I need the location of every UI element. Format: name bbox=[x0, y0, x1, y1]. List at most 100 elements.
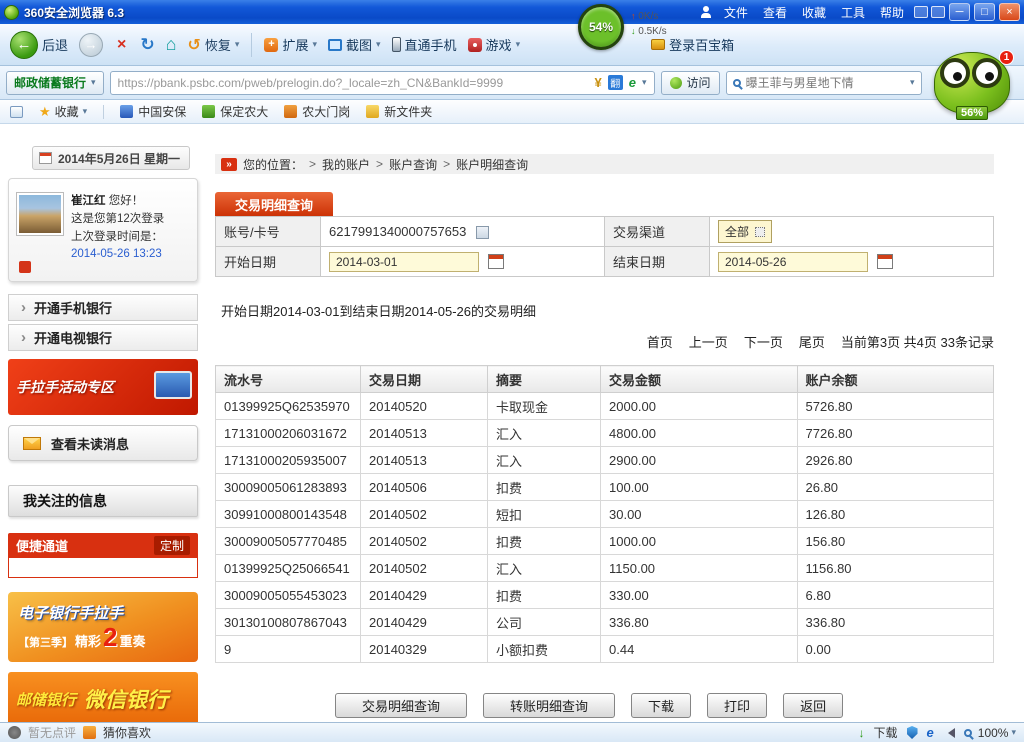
security-shield-icon[interactable] bbox=[907, 726, 918, 739]
no-reviews-label[interactable]: 暂无点评 bbox=[28, 724, 76, 741]
return-button[interactable]: 返回 bbox=[783, 693, 843, 718]
back-button[interactable]: ← 后退 bbox=[6, 29, 72, 61]
last-page-link[interactable]: 尾页 bbox=[799, 332, 825, 351]
direct-phone-button[interactable]: 直通手机 bbox=[388, 33, 461, 56]
search-dropdown-icon[interactable]: ▾ bbox=[910, 77, 915, 88]
print-button[interactable]: 打印 bbox=[707, 693, 767, 718]
end-date-calendar-icon[interactable] bbox=[877, 254, 893, 269]
bookmark-item[interactable]: 中国安保 bbox=[120, 103, 186, 120]
stop-button[interactable]: × bbox=[110, 34, 133, 56]
search-input[interactable]: 曝王菲与男星地下情 ▾ bbox=[726, 71, 922, 95]
minimize-button[interactable]: ─ bbox=[949, 3, 970, 21]
refresh-button[interactable]: ↻ bbox=[136, 33, 158, 57]
chevron-right-icon: › bbox=[21, 300, 26, 315]
browser-engine-icon[interactable]: e bbox=[927, 725, 934, 740]
extensions-button[interactable]: + 扩展 ▾ bbox=[260, 33, 321, 56]
bookmark-item[interactable]: 保定农大 bbox=[202, 103, 268, 120]
titlebar-menu-item[interactable]: 文件 bbox=[717, 2, 755, 23]
search-icon bbox=[733, 79, 741, 87]
favorites-menu-button[interactable]: ★ 收藏 ▾ bbox=[39, 103, 87, 120]
ebank-ad-banner[interactable]: 电子银行手拉手 【第三季】 精彩 2 重奏 bbox=[8, 592, 198, 662]
download-button[interactable]: 下载 bbox=[631, 693, 691, 718]
bookmark-item[interactable]: 农大门岗 bbox=[284, 103, 350, 120]
cell-summary: 小额扣费 bbox=[488, 636, 601, 663]
restore-session-button[interactable]: ↺ 恢复 ▾ bbox=[183, 33, 243, 57]
screenshot-button[interactable]: 截图 ▾ bbox=[324, 33, 385, 56]
next-page-link[interactable]: 下一页 bbox=[744, 332, 783, 351]
favorites-bar: ★ 收藏 ▾ 中国安保 保定农大 农大门岗 新文件夹 bbox=[0, 100, 1024, 124]
action-buttons: 交易明细查询 转账明细查询 下载 打印 返回 bbox=[215, 693, 994, 718]
download-manager-button[interactable]: 下载 bbox=[874, 724, 898, 741]
maximize-button[interactable]: □ bbox=[974, 3, 995, 21]
magnifier-icon bbox=[964, 729, 972, 737]
skin-icon[interactable] bbox=[914, 6, 928, 18]
account-detail-icon[interactable] bbox=[476, 226, 489, 239]
forward-button[interactable]: → bbox=[75, 31, 107, 59]
shopping-assistant-icon[interactable]: ¥ bbox=[595, 75, 602, 90]
end-date-input[interactable]: 2014-05-26 bbox=[718, 252, 868, 272]
table-body: 01399925Q62535970 20140520 卡取现金 2000.00 … bbox=[216, 393, 994, 663]
greeting-text: 您好！ bbox=[109, 195, 144, 207]
close-button[interactable]: × bbox=[999, 3, 1020, 21]
titlebar-menu-item[interactable]: 收藏 bbox=[795, 2, 833, 23]
breadcrumb-account-query[interactable]: 账户查询 bbox=[389, 156, 437, 173]
transfer-detail-query-button[interactable]: 转账明细查询 bbox=[483, 693, 615, 718]
wechat-ad-banner[interactable]: 邮储银行 微信银行 bbox=[8, 672, 198, 722]
unread-messages-button[interactable]: 查看未读消息 bbox=[8, 425, 198, 461]
titlebar-menu-item[interactable]: 帮助 bbox=[873, 2, 911, 23]
upload-arrow-icon: ↑ bbox=[631, 11, 636, 21]
start-date-input[interactable]: 2014-03-01 bbox=[329, 252, 479, 272]
cell-summary: 扣费 bbox=[488, 474, 601, 501]
followed-info-header[interactable]: 我关注的信息 bbox=[8, 485, 198, 517]
translate-icon[interactable]: 翻 bbox=[608, 75, 623, 90]
phone-icon bbox=[392, 37, 401, 52]
browser-mascot[interactable]: 56% 1 bbox=[928, 50, 1016, 120]
network-speeds: ↑ 0K/s ↓ 0.5K/s bbox=[631, 9, 667, 39]
site-review-icon[interactable] bbox=[8, 726, 21, 739]
site-identity-button[interactable]: 邮政储蓄银行 ▾ bbox=[6, 71, 104, 95]
activity-banner[interactable]: 手拉手活动专区 bbox=[8, 359, 198, 415]
channel-select[interactable]: 全部 bbox=[718, 220, 772, 243]
address-bar: 邮政储蓄银行 ▾ https://pbank.psbc.com/pweb/pre… bbox=[0, 66, 1024, 100]
titlebar-menu-item[interactable]: 工具 bbox=[834, 2, 872, 23]
sidebar-item-mobile-banking[interactable]: › 开通手机银行 bbox=[8, 294, 198, 321]
sidebar-panel-icon[interactable] bbox=[10, 106, 23, 118]
cell-amount: 1000.00 bbox=[601, 528, 798, 555]
home-button[interactable]: ⌂ bbox=[162, 32, 181, 57]
channel-value-cell: 全部 bbox=[710, 217, 994, 247]
first-page-link[interactable]: 首页 bbox=[647, 332, 673, 351]
result-summary: 开始日期2014-03-01到结束日期2014-05-26的交易明细 bbox=[215, 301, 994, 320]
games-button[interactable]: 游戏 ▾ bbox=[464, 33, 525, 56]
titlebar-menu-item[interactable]: 查看 bbox=[756, 2, 794, 23]
visit-button[interactable]: 访问 bbox=[661, 71, 720, 95]
table-header-cell: 交易金额 bbox=[601, 366, 798, 393]
cell-amount: 1150.00 bbox=[601, 555, 798, 582]
calendar-icon bbox=[39, 152, 52, 164]
recommend-icon[interactable] bbox=[83, 726, 96, 739]
guess-you-like-label[interactable]: 猜你喜欢 bbox=[103, 724, 151, 741]
url-dropdown-icon[interactable]: ▾ bbox=[642, 77, 647, 88]
main-content: » 您的位置： > 我的账户 > 账户查询 > 账户明细查询 交易明细查询 账号… bbox=[215, 154, 994, 718]
ie-mode-icon[interactable]: e bbox=[629, 75, 636, 90]
bookmark-item[interactable]: 新文件夹 bbox=[366, 103, 432, 120]
sidebar-item-tv-banking[interactable]: › 开通电视银行 bbox=[8, 324, 198, 351]
restore-label: 恢复 bbox=[205, 35, 231, 54]
transaction-detail-query-button[interactable]: 交易明细查询 bbox=[335, 693, 467, 718]
breadcrumb-my-account[interactable]: 我的账户 bbox=[322, 156, 370, 173]
mascot-pupil bbox=[985, 72, 994, 81]
account-icon[interactable] bbox=[700, 6, 712, 18]
customize-link[interactable]: 定制 bbox=[154, 536, 190, 555]
download-arrow-icon: ↓ bbox=[631, 26, 636, 36]
speaker-icon[interactable] bbox=[943, 728, 955, 738]
zoom-control[interactable]: 100% ▾ bbox=[964, 726, 1016, 740]
start-date-calendar-icon[interactable] bbox=[488, 254, 504, 269]
tab-transaction-detail-query[interactable]: 交易明细查询 bbox=[215, 192, 333, 216]
cell-amount: 4800.00 bbox=[601, 420, 798, 447]
cell-balance: 156.80 bbox=[797, 528, 994, 555]
url-input[interactable]: https://pbank.psbc.com/pweb/prelogin.do?… bbox=[110, 71, 655, 95]
prev-page-link[interactable]: 上一页 bbox=[689, 332, 728, 351]
account-value-cell: 6217991340000757653 bbox=[321, 217, 605, 247]
logout-icon[interactable] bbox=[19, 261, 31, 273]
feedback-icon[interactable] bbox=[931, 6, 945, 18]
speed-gauge[interactable]: 54% bbox=[578, 4, 624, 50]
